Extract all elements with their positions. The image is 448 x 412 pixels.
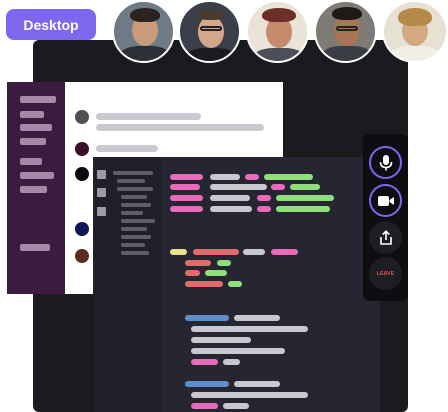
sidebar-item[interactable] [20, 158, 42, 165]
message-avatar [75, 142, 89, 156]
message-text [96, 113, 201, 120]
file-tree-item[interactable] [121, 195, 147, 199]
message-text [96, 145, 158, 152]
file-tree-item[interactable] [121, 203, 151, 207]
code-token [234, 315, 280, 321]
code-token [228, 281, 242, 287]
code-token [170, 174, 203, 180]
file-tree-item[interactable] [121, 243, 145, 247]
code-token [264, 174, 313, 180]
code-token [191, 392, 308, 398]
message-avatar [75, 222, 89, 236]
code-token [234, 381, 280, 387]
microphone-icon [379, 154, 392, 170]
code-token [210, 195, 250, 201]
sidebar-item[interactable] [20, 244, 50, 251]
code-token [276, 195, 334, 201]
code-token [185, 381, 229, 387]
code-token [185, 260, 211, 266]
code-token [185, 281, 223, 287]
leave-button[interactable]: LEAVE [369, 257, 402, 290]
sidebar-item[interactable] [20, 96, 56, 103]
code-token [223, 359, 240, 365]
participant-2-avatar[interactable] [178, 0, 241, 63]
participants-strip [0, 0, 448, 64]
file-tree-item[interactable] [113, 171, 153, 175]
code-token [170, 184, 200, 190]
file-tree-item[interactable] [121, 235, 151, 239]
code-token [245, 174, 259, 180]
share-screen-button[interactable] [369, 221, 402, 254]
code-token [257, 195, 271, 201]
message-avatar [75, 249, 89, 263]
message-text [96, 124, 264, 131]
message-avatar [75, 167, 89, 181]
code-token [185, 270, 200, 276]
code-token [193, 249, 239, 255]
leave-label: LEAVE [376, 270, 395, 277]
file-checkbox[interactable] [97, 188, 106, 197]
code-editor [93, 157, 380, 412]
sidebar-item[interactable] [20, 186, 47, 193]
file-checkbox[interactable] [97, 170, 106, 179]
share-screen-icon [379, 229, 392, 245]
microphone-button[interactable] [369, 146, 402, 179]
file-tree-item[interactable] [121, 227, 147, 231]
code-token [243, 249, 265, 255]
file-tree-item[interactable] [121, 219, 155, 223]
file-tree [93, 157, 161, 412]
code-token [191, 403, 218, 409]
code-token [217, 260, 231, 266]
code-token [205, 270, 227, 276]
file-tree-item[interactable] [117, 187, 153, 191]
code-token [271, 249, 298, 255]
code-token [191, 337, 251, 343]
code-token [191, 359, 218, 365]
code-token [210, 174, 240, 180]
code-token [191, 348, 285, 354]
code-token [191, 326, 308, 332]
call-controls: LEAVE [363, 134, 408, 301]
code-token [257, 206, 271, 212]
sidebar-item[interactable] [20, 111, 44, 118]
file-tree-item[interactable] [121, 211, 143, 215]
code-token [170, 206, 203, 212]
participant-3-avatar[interactable] [246, 0, 309, 63]
file-checkbox[interactable] [97, 207, 106, 216]
code-token [271, 184, 285, 190]
code-token [170, 195, 203, 201]
sidebar-item[interactable] [20, 138, 46, 145]
participant-1-avatar[interactable] [112, 0, 175, 63]
sidebar-item[interactable] [20, 124, 52, 131]
participant-4-avatar[interactable] [314, 0, 377, 63]
chat-sidebar [7, 82, 66, 294]
file-tree-item[interactable] [117, 179, 145, 183]
code-token [290, 184, 320, 190]
code-token [223, 403, 249, 409]
code-token [185, 315, 229, 321]
file-tree-item[interactable] [121, 251, 149, 255]
message-avatar [75, 110, 89, 124]
code-token [210, 184, 267, 190]
video-camera-icon [377, 195, 394, 206]
sidebar-item[interactable] [20, 172, 54, 179]
code-token [170, 249, 187, 255]
code-token [276, 206, 330, 212]
participant-5-avatar[interactable] [382, 0, 448, 63]
code-token [210, 206, 252, 212]
camera-button[interactable] [369, 184, 402, 217]
